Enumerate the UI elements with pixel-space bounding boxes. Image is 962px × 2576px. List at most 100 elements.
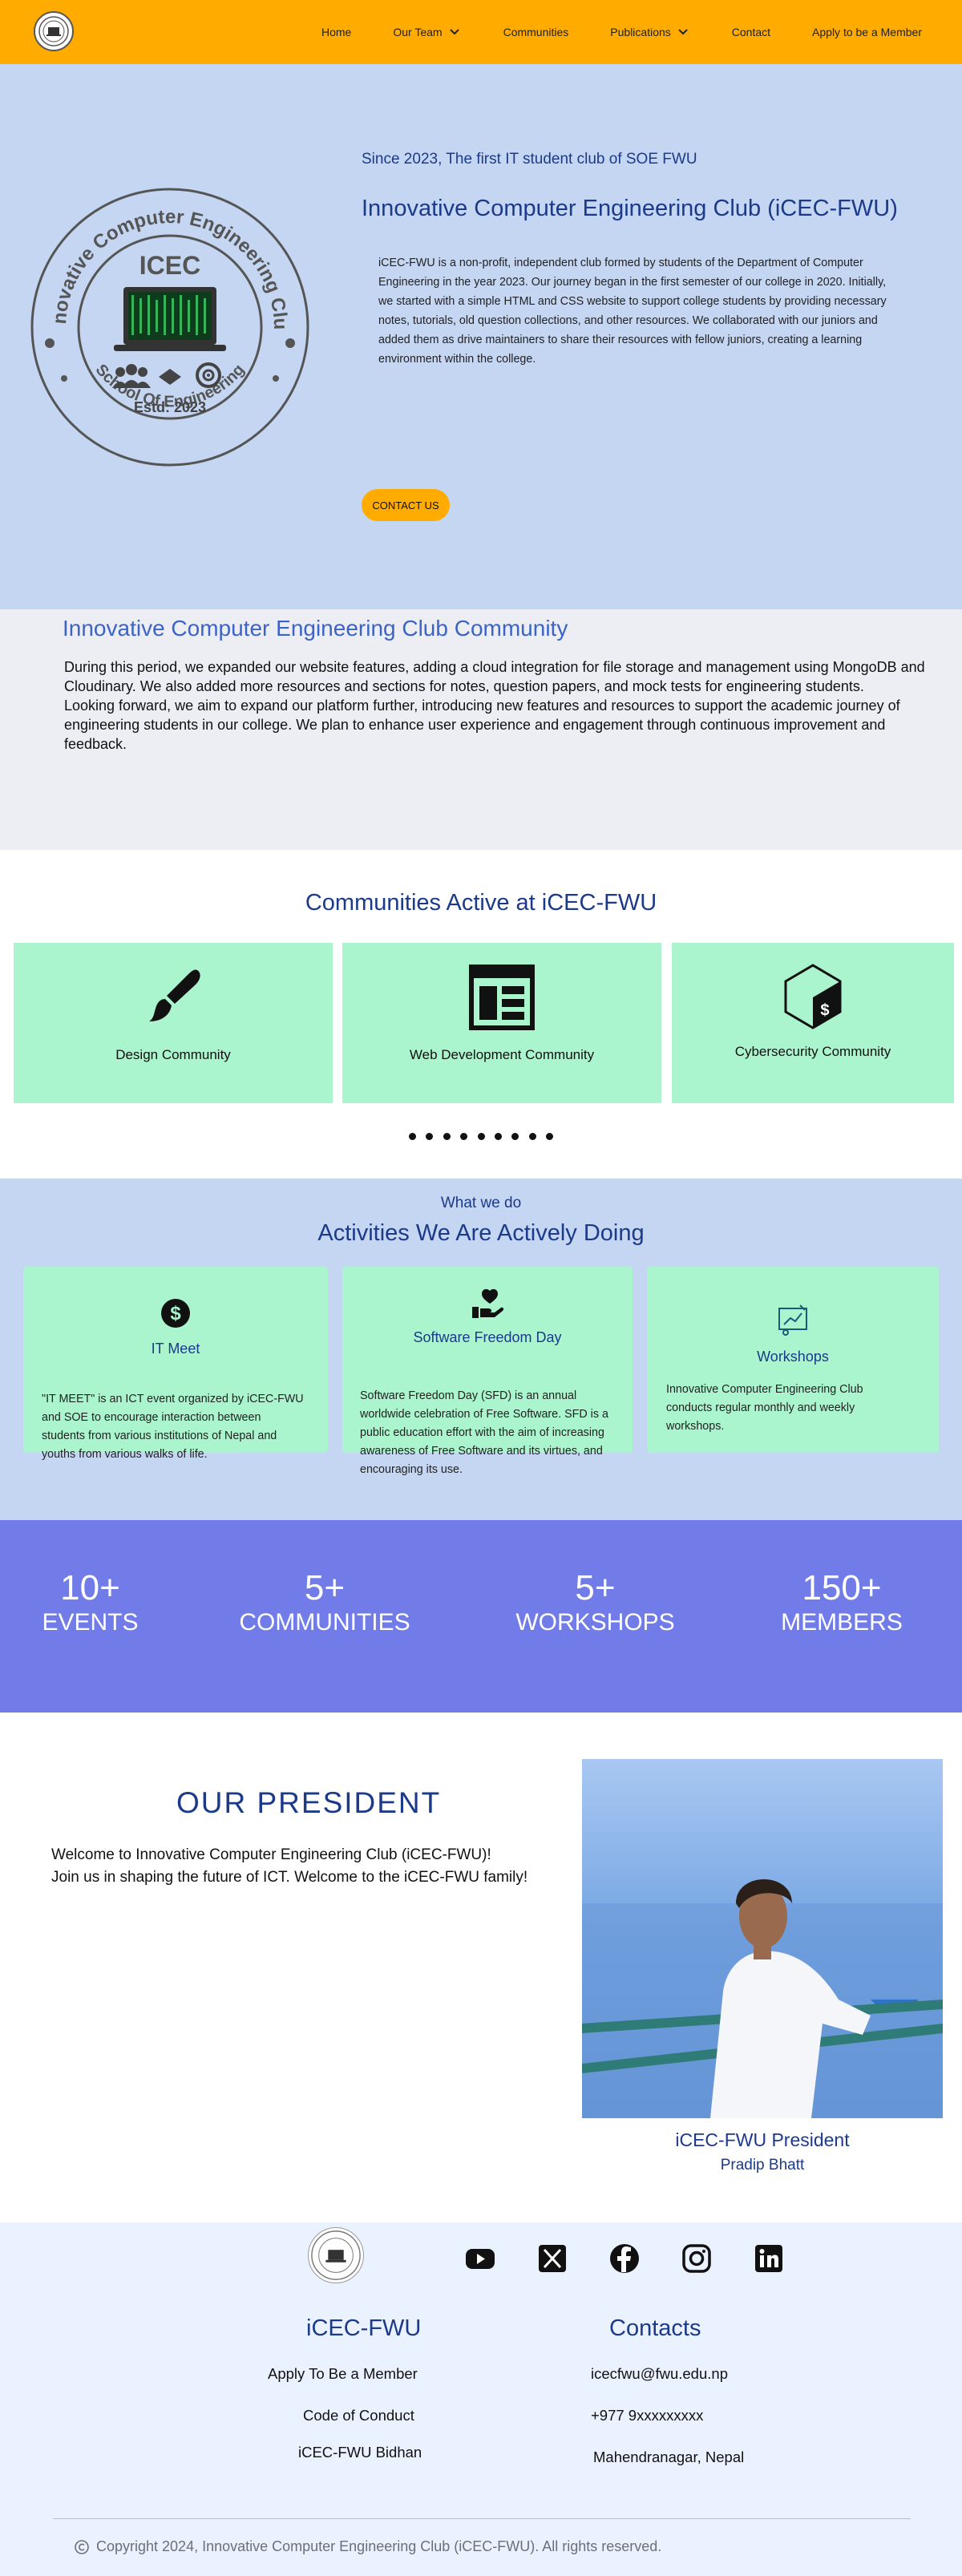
- community-card-design[interactable]: Design Community: [14, 943, 333, 1103]
- svg-text:$: $: [170, 1303, 181, 1324]
- president-line-2: Join us in shaping the future of ICT. We…: [51, 1869, 528, 1886]
- stat-label: MEMBERS: [781, 1609, 903, 1636]
- stat-label: EVENTS: [42, 1609, 139, 1636]
- footer-link-apply[interactable]: Apply To Be a Member: [268, 2365, 418, 2383]
- stat-events: 10+ EVENTS: [40, 1568, 140, 1637]
- instagram-icon[interactable]: [680, 2242, 713, 2275]
- stat-label: COMMUNITIES: [239, 1609, 410, 1636]
- president-section: OUR PRESIDENT Welcome to Innovative Comp…: [0, 1713, 962, 2222]
- emblem-estd: Estd: 2023: [134, 399, 206, 415]
- hero-title: Innovative Computer Engineering Club (iC…: [362, 196, 898, 221]
- activity-description: Software Freedom Day (SFD) is an annual …: [360, 1389, 608, 1476]
- carousel-dot[interactable]: [460, 1133, 468, 1140]
- hero-description: iCEC-FWU is a non-profit, independent cl…: [378, 257, 887, 366]
- community-label: Web Development Community: [409, 1047, 595, 1062]
- facebook-icon[interactable]: [608, 2242, 641, 2275]
- about-paragraph-1: During this period, we expanded our webs…: [64, 659, 925, 694]
- carousel-dot[interactable]: [477, 1133, 485, 1140]
- community-label: Cybersecurity Community: [734, 1044, 891, 1059]
- president-welcome: Welcome to Innovative Computer Engineeri…: [51, 1844, 527, 1889]
- footer-phone[interactable]: +977 9xxxxxxxxx: [591, 2407, 703, 2424]
- contact-us-button[interactable]: CONTACT US: [362, 489, 450, 521]
- community-card-web[interactable]: Web Development Community: [342, 943, 661, 1103]
- stat-number: 10+: [60, 1568, 120, 1607]
- president-photo: [582, 1759, 943, 2118]
- nav-home[interactable]: Home: [321, 26, 351, 38]
- communities-title: Communities Active at iCEC-FWU: [305, 890, 657, 916]
- carousel-dot[interactable]: [426, 1133, 434, 1140]
- activity-card-workshops: Workshops Innovative Computer Engineerin…: [647, 1267, 939, 1453]
- communities-section: Communities Active at iCEC-FWU Design Co…: [0, 850, 962, 1179]
- youtube-icon[interactable]: [463, 2242, 497, 2275]
- nav-communities[interactable]: Communities: [503, 26, 569, 38]
- carousel-dots: [0, 1130, 962, 1144]
- activity-title: Software Freedom Day: [413, 1329, 562, 1345]
- community-card-cybersecurity[interactable]: $ Cybersecurity Community: [672, 943, 954, 1103]
- activity-card-sfd: Software Freedom Day Software Freedom Da…: [342, 1267, 633, 1476]
- community-label: Design Community: [115, 1047, 231, 1062]
- nav-apply-label: Apply to be a Member: [812, 26, 922, 38]
- activities-section: What we do Activities We Are Actively Do…: [0, 1179, 962, 1520]
- footer-email[interactable]: icecfwu@fwu.edu.np: [591, 2365, 728, 2383]
- about-text: During this period, we expanded our webs…: [64, 657, 930, 754]
- carousel-dot[interactable]: [443, 1133, 451, 1140]
- stat-communities: 5+ COMMUNITIES: [232, 1568, 417, 1637]
- nav-our-team-label: Our Team: [393, 26, 443, 38]
- activities-title: Activities We Are Actively Doing: [317, 1220, 645, 1246]
- social-links: [463, 2242, 786, 2275]
- nav-home-label: Home: [321, 26, 352, 38]
- president-line-1: Welcome to Innovative Computer Engineeri…: [51, 1846, 491, 1863]
- copyright-icon: [75, 2539, 89, 2554]
- icec-logo-icon[interactable]: [34, 11, 74, 51]
- activity-description: "IT MEET" is an ICT event organized by i…: [42, 1393, 304, 1461]
- footer-col-title-contacts: Contacts: [609, 2315, 701, 2341]
- chevron-down-icon: [449, 29, 459, 35]
- nav-contact[interactable]: Contact: [732, 26, 770, 38]
- carousel-dot[interactable]: [546, 1133, 554, 1140]
- club-emblem: Innovative Computer Engineering Club Sch…: [29, 186, 309, 467]
- top-navbar: Home Our Team Communities Publications C…: [0, 0, 962, 64]
- carousel-dot[interactable]: [511, 1133, 519, 1140]
- stat-workshops: 5+ WORKSHOPS: [513, 1568, 677, 1637]
- carousel-dot[interactable]: [494, 1133, 502, 1140]
- terminal-hexagon-icon: $: [784, 964, 842, 1029]
- x-icon[interactable]: [536, 2242, 569, 2275]
- copyright-text: Copyright 2024, Innovative Computer Engi…: [96, 2538, 662, 2554]
- president-name: Pradip Bhatt: [720, 2157, 805, 2174]
- web-layout-icon: [469, 964, 535, 1030]
- footer: iCEC-FWU Apply To Be a Member Code of Co…: [0, 2222, 962, 2576]
- dollar-coin-icon: $: [161, 1299, 190, 1328]
- stat-members: 150+ MEMBERS: [778, 1568, 906, 1637]
- activities-kicker: What we do: [440, 1195, 522, 1211]
- stat-label: WORKSHOPS: [515, 1609, 675, 1636]
- svg-text:$: $: [820, 1002, 830, 1021]
- footer-divider: [53, 2518, 911, 2519]
- footer-logo-icon[interactable]: [308, 2227, 364, 2283]
- presentation-icon: [778, 1304, 807, 1336]
- heart-hand-icon: [472, 1288, 504, 1318]
- activity-card-it-meet: $ IT Meet "IT MEET" is an ICT event orga…: [23, 1267, 328, 1461]
- activity-title: Workshops: [757, 1349, 829, 1365]
- nav-apply[interactable]: Apply to be a Member: [812, 26, 922, 38]
- stat-number: 5+: [304, 1568, 346, 1607]
- footer-col-title-club: iCEC-FWU: [306, 2315, 422, 2341]
- hero-section: Innovative Computer Engineering Club Sch…: [0, 64, 962, 609]
- nav-contact-label: Contact: [731, 26, 771, 38]
- footer-address: Mahendranagar, Nepal: [593, 2449, 745, 2465]
- about-title: Innovative Computer Engineering Club Com…: [63, 616, 568, 641]
- nav-our-team[interactable]: Our Team: [393, 25, 461, 39]
- carousel-dot[interactable]: [408, 1133, 416, 1140]
- about-paragraph-2: Looking forward, we aim to expand our pl…: [64, 698, 900, 752]
- nav-communities-label: Communities: [503, 26, 569, 38]
- carousel-dot[interactable]: [528, 1133, 536, 1140]
- stat-number: 150+: [802, 1568, 882, 1607]
- emblem-center-text: ICEC: [139, 251, 200, 280]
- activity-description: Innovative Computer Engineering Club con…: [666, 1383, 863, 1433]
- stats-section: 10+ EVENTS 5+ COMMUNITIES 5+ WORKSHOPS 1…: [0, 1520, 962, 1713]
- linkedin-icon[interactable]: [752, 2242, 786, 2275]
- nav-publications[interactable]: Publications: [610, 25, 690, 39]
- hero-subtitle: Since 2023, The first IT student club of…: [362, 151, 697, 168]
- footer-link-bidhan[interactable]: iCEC-FWU Bidhan: [298, 2444, 422, 2461]
- community-about-section: Innovative Computer Engineering Club Com…: [0, 609, 962, 850]
- footer-link-code-of-conduct[interactable]: Code of Conduct: [303, 2407, 414, 2424]
